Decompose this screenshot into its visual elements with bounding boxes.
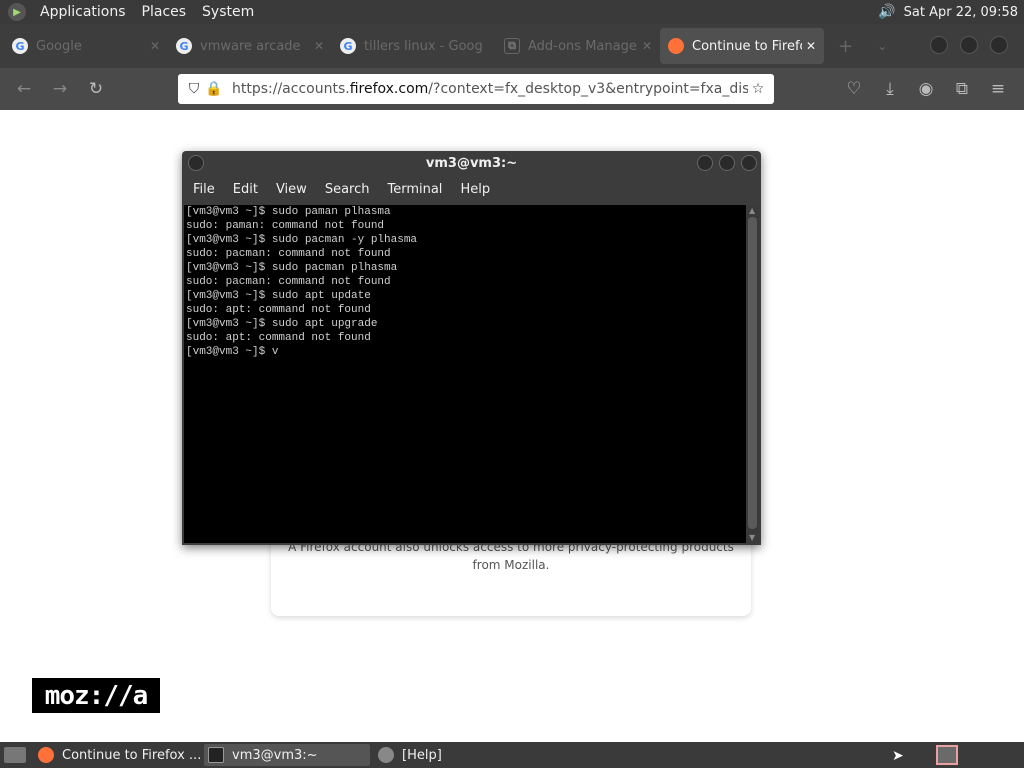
tab-title: tillers linux - Goog [364, 38, 483, 54]
task-label: Continue to Firefox ... [62, 747, 200, 763]
terminal-line: [vm3@vm3 ~]$ sudo paman plhasma [186, 206, 391, 218]
star-icon[interactable]: ☆ [748, 81, 768, 97]
minimize-button[interactable] [930, 36, 948, 54]
menu-file[interactable]: File [184, 182, 224, 197]
terminal-minimize-button[interactable] [697, 155, 713, 171]
scroll-down-icon[interactable]: ▼ [749, 533, 755, 542]
back-arrow-icon[interactable]: ← [6, 71, 42, 107]
menu-system[interactable]: System [194, 4, 262, 20]
tab-title: Continue to Firefox accounts [692, 38, 802, 54]
google-icon: G [176, 38, 192, 54]
scrollbar-thumb[interactable] [748, 217, 757, 529]
firefox-icon [668, 38, 684, 54]
close-tab-icon[interactable]: ✕ [314, 39, 324, 53]
chevron-down-icon[interactable]: ⌄ [877, 39, 887, 53]
hamburger-menu-icon[interactable]: ≡ [980, 71, 1016, 107]
terminal-menubar: File Edit View Search Terminal Help [182, 175, 761, 203]
close-button[interactable] [990, 36, 1008, 54]
google-icon: G [12, 38, 28, 54]
terminal-icon [208, 747, 224, 763]
url-bar[interactable]: ⛉ 🔒 https://accounts.firefox.com/?contex… [178, 74, 774, 104]
terminal-titlebar[interactable]: vm3@vm3:~ [182, 151, 761, 175]
task-help[interactable]: [Help] [374, 744, 540, 766]
puzzle-icon: ⧉ [504, 38, 520, 54]
volume-icon[interactable]: 🔊 [878, 4, 895, 20]
terminal-line: [vm3@vm3 ~]$ sudo apt upgrade [186, 318, 378, 330]
task-firefox[interactable]: Continue to Firefox ... [34, 744, 200, 766]
top-panel: ▶ Applications Places System 🔊 Sat Apr 2… [0, 0, 1024, 24]
terminal-line: [vm3@vm3 ~]$ sudo pacman -y plhasma [186, 234, 418, 246]
mozilla-logo[interactable]: moz://a [32, 678, 160, 713]
terminal-line: sudo: apt: command not found [186, 304, 371, 316]
bottom-panel: Continue to Firefox ... vm3@vm3:~ [Help]… [0, 742, 1024, 768]
scroll-up-icon[interactable]: ▲ [749, 206, 755, 215]
card-text-line2: from Mozilla. [472, 558, 550, 572]
menu-applications[interactable]: Applications [32, 4, 134, 20]
toolbar-right: ♡ ⤓ ◉ ⧉ ≡ [836, 71, 1016, 107]
task-label: [Help] [402, 747, 442, 763]
task-terminal[interactable]: vm3@vm3:~ [204, 744, 370, 766]
mate-logo-icon[interactable]: ▶ [8, 3, 26, 21]
menu-places[interactable]: Places [134, 4, 195, 20]
terminal-close-button[interactable] [741, 155, 757, 171]
url-prefix: https://accounts. [232, 81, 350, 97]
window-menu-button[interactable] [188, 155, 204, 171]
terminal-output[interactable]: [vm3@vm3 ~]$ sudo paman plhasma sudo: pa… [184, 205, 746, 543]
forward-arrow-icon[interactable]: → [42, 71, 78, 107]
reload-icon[interactable]: ↻ [78, 71, 114, 107]
tab-title: vmware arcade [200, 38, 301, 54]
tab-addons-manager[interactable]: ⧉ Add-ons Manager ✕ [496, 28, 660, 64]
clock[interactable]: Sat Apr 22, 09:58 [904, 5, 1018, 20]
terminal-prompt-line[interactable]: [vm3@vm3 ~]$ v [186, 345, 744, 359]
terminal-window: vm3@vm3:~ File Edit View Search Terminal… [182, 151, 761, 545]
menu-edit[interactable]: Edit [224, 182, 267, 197]
tab-title: Add-ons Manager [528, 38, 638, 54]
nav-bar: ← → ↻ ⛉ 🔒 https://accounts.firefox.com/?… [0, 68, 1024, 110]
terminal-line: sudo: pacman: command not found [186, 276, 391, 288]
shield-icon[interactable]: ⛉ [184, 81, 204, 97]
terminal-line: sudo: paman: command not found [186, 220, 385, 232]
terminal-line: [vm3@vm3 ~]$ sudo pacman plhasma [186, 262, 398, 274]
maximize-button[interactable] [960, 36, 978, 54]
task-label: vm3@vm3:~ [232, 747, 318, 763]
terminal-line: [vm3@vm3 ~]$ sudo apt update [186, 290, 371, 302]
workspace-switcher[interactable] [936, 745, 958, 765]
menu-search[interactable]: Search [316, 182, 379, 197]
close-tab-icon[interactable]: ✕ [150, 39, 160, 53]
terminal-maximize-button[interactable] [719, 155, 735, 171]
google-icon: G [340, 38, 356, 54]
download-icon[interactable]: ⤓ [872, 71, 908, 107]
firefox-icon [38, 747, 54, 763]
terminal-window-controls [697, 155, 757, 171]
tab-title: Google [36, 38, 82, 54]
url-domain: firefox.com [349, 81, 429, 97]
help-icon [378, 747, 394, 763]
mouse-cursor-icon: ➤ [892, 748, 904, 764]
extensions-icon[interactable]: ⧉ [944, 71, 980, 107]
tab-vmware-arcade[interactable]: G vmware arcade ✕ [168, 28, 332, 64]
pocket-icon[interactable]: ♡ [836, 71, 872, 107]
terminal-line: sudo: pacman: command not found [186, 248, 391, 260]
url-suffix: /?context=fx_desktop_v3&entrypoint=fxa_d… [428, 81, 748, 97]
lock-icon[interactable]: 🔒 [204, 81, 224, 97]
menu-view[interactable]: View [267, 182, 316, 197]
account-icon[interactable]: ◉ [908, 71, 944, 107]
url-text[interactable]: https://accounts.firefox.com/?context=fx… [224, 81, 748, 97]
tab-tillers-linux[interactable]: G tillers linux - Goog [332, 28, 496, 64]
terminal-title: vm3@vm3:~ [425, 155, 518, 171]
tab-continue-firefox[interactable]: Continue to Firefox accounts ✕ [660, 28, 824, 64]
terminal-line: sudo: apt: command not found [186, 332, 371, 344]
tab-strip: G Google ✕ G vmware arcade ✕ G tillers l… [0, 24, 1024, 68]
close-tab-icon[interactable]: ✕ [642, 39, 652, 53]
tab-google[interactable]: G Google ✕ [4, 28, 168, 64]
terminal-scrollbar[interactable]: ▲ ▼ [746, 205, 759, 543]
new-tab-icon[interactable]: + [838, 36, 853, 57]
menu-help[interactable]: Help [451, 182, 499, 197]
close-tab-icon[interactable]: ✕ [806, 39, 816, 53]
show-desktop-button[interactable] [4, 747, 26, 763]
menu-terminal[interactable]: Terminal [378, 182, 451, 197]
window-controls [930, 36, 1008, 54]
